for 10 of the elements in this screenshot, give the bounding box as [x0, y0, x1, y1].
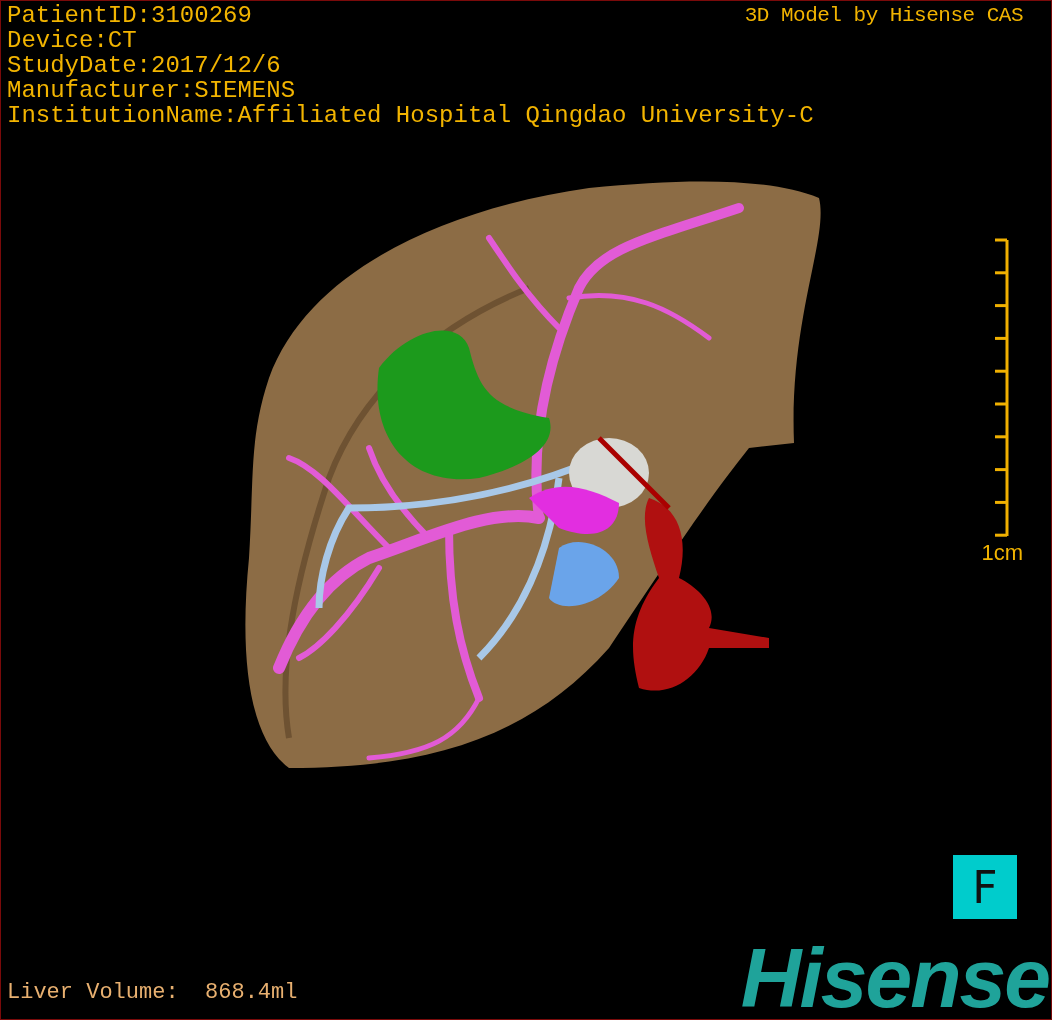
dicom-info-text: StudyDate:2017/12/6: [7, 53, 282, 78]
liver-volume-text: Liver Volume: 868.4ml: [7, 980, 298, 1005]
logo: Hisense: [740, 941, 1049, 1015]
dicom-info-text: Manufacturer:SIEMENS: [7, 78, 297, 103]
orientation-marker: F: [953, 855, 1017, 919]
dicom-info-text: PatientID:3100269: [7, 3, 252, 28]
dicom-info-text: InstitutionName:Affiliated Hospital Qingdao University-C: [7, 103, 815, 128]
dicom-info-text: Device:CT: [7, 28, 138, 53]
viewer-title: 3D Model by Hisense CAS: [744, 3, 1023, 28]
scale-label: 1cm: [981, 540, 1023, 566]
